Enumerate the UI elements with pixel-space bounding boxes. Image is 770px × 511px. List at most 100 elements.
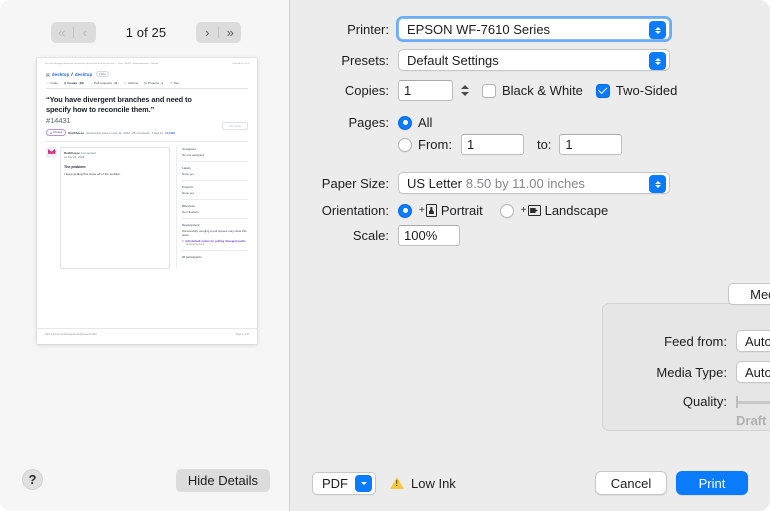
next-page-button[interactable]: › [196, 22, 218, 43]
paper-size-row: Paper Size: US Letter 8.50 by 11.00 inch… [290, 172, 748, 194]
repo-name-link[interactable]: desktop [75, 72, 93, 77]
sidebar-heading: Development [182, 223, 200, 228]
repo-nav-tabs: <> Code ◉ Issues 835 ⑂ Pull requests 29 [46, 81, 248, 90]
repo-tab-count: 835 [78, 81, 86, 85]
nav-group-previous[interactable]: « ‹ [50, 21, 96, 43]
repo-tab-actions[interactable]: ▷ Actions [125, 81, 139, 85]
print-button[interactable]: Print [676, 471, 748, 495]
page-thumbnail[interactable]: "You have divergent branches and need to… [37, 58, 257, 344]
orientation-portrait-radio[interactable]: + Portrait [398, 203, 483, 218]
black-white-checkbox[interactable]: Black & White [482, 83, 583, 98]
last-page-button[interactable]: » [219, 22, 241, 43]
copies-input[interactable]: 1 [398, 80, 453, 101]
radio-circle [499, 203, 514, 218]
page-navigation: « ‹ 1 of 25 › » [0, 20, 290, 44]
pages-all-row: Pages: All [290, 115, 748, 130]
warning-icon [390, 477, 404, 489]
status-badge: ⊘ Closed [46, 128, 67, 137]
dialog-action-buttons: Cancel Print [595, 471, 748, 495]
orientation-portrait-label: Portrait [440, 203, 483, 218]
paper-size-dimensions: 8.50 by 11.00 inches [465, 175, 585, 191]
print-footer-page: Page 1 of 25 [235, 333, 249, 336]
orientation-landscape-label: Landscape [544, 203, 609, 218]
repo-tab-label: Projects [147, 81, 160, 86]
quality-slider-wrap: Draft Normal Best [736, 392, 770, 428]
sidebar-heading: Milestone [182, 204, 195, 209]
pages-label: Pages: [348, 115, 389, 130]
sidebar-section-milestone: Milestone No milestone [182, 204, 248, 220]
cancel-button[interactable]: Cancel [595, 471, 667, 495]
repo-tab-projects[interactable]: ▦ Projects 2 [144, 81, 165, 86]
media-type-select[interactable]: Auto Select [736, 361, 770, 383]
avatar [46, 147, 57, 159]
sidebar-value: No one assigned [182, 153, 204, 158]
print-header-title: "You have divergent branches and need to… [44, 63, 158, 65]
sidebar-section-participants: 26 participants [182, 255, 248, 265]
quality-label: Quality: [682, 394, 727, 409]
print-header-date: 2024-04-30, 20:17 [232, 63, 250, 65]
repo-tab-label: Sec... [173, 81, 182, 86]
issue-fixed-by-link[interactable]: #14438 [165, 131, 175, 135]
quality-slider[interactable] [736, 392, 770, 412]
presets-select[interactable]: Default Settings [398, 49, 670, 71]
media-quality-fields: Feed from: Auto Select Media Type: Auto … [603, 304, 770, 428]
slider-track [736, 401, 770, 404]
pdf-button-label: PDF [322, 475, 348, 491]
sidebar-value: Successfully merging a pull request may … [182, 229, 247, 238]
first-page-button[interactable]: « [51, 22, 73, 43]
code-icon: <> [46, 81, 50, 86]
media-type-row: Media Type: Auto Select [603, 361, 770, 383]
sidebar-heading: Labels [182, 166, 191, 171]
issue-title: “You have divergent branches and need to… [46, 95, 192, 115]
repo-breadcrumb: ▤ desktop / desktop Public [46, 71, 248, 78]
github-page-body: ▤ desktop / desktop Public <> Code ◉ Iss… [37, 65, 257, 270]
feed-from-select[interactable]: Auto Select [736, 330, 770, 352]
pages-from-input[interactable]: 1 [460, 134, 524, 155]
scale-label: Scale: [352, 228, 389, 243]
pages-range-radio[interactable]: From: [398, 137, 452, 152]
repo-tab-issues[interactable]: ◉ Issues 835 [64, 81, 86, 85]
previous-page-button[interactable]: ‹ [74, 22, 96, 43]
landscape-page-icon: + [521, 205, 541, 216]
comment-date: on Apr 21, 2022 [64, 155, 85, 160]
help-button[interactable]: ? [22, 469, 43, 490]
two-sided-checkbox[interactable]: Two-Sided [595, 83, 677, 98]
orientation-row: Orientation: + Portrait + Landscape [290, 203, 748, 218]
new-issue-button[interactable]: New issue [222, 122, 248, 131]
copies-stepper[interactable] [458, 80, 471, 101]
printer-row: Printer: EPSON WF-7610 Series [290, 16, 748, 42]
repo-separator: / [71, 71, 73, 77]
sidebar-value: None yet [182, 172, 194, 177]
hide-details-button[interactable]: Hide Details [175, 469, 270, 492]
issue-columns: RedCheese commented on Apr 21, 2022 The … [46, 147, 248, 270]
checkbox-box [595, 83, 610, 98]
copies-label: Copies: [344, 83, 389, 98]
presets-label: Presets: [341, 52, 389, 68]
media-quality-section-select[interactable]: Media & Quality [727, 283, 770, 305]
printer-select[interactable]: EPSON WF-7610 Series [396, 16, 672, 42]
feed-from-value: Auto Select [745, 333, 770, 349]
repo-owner-link[interactable]: desktop [52, 72, 70, 77]
paper-size-select[interactable]: US Letter 8.50 by 11.00 inches [398, 172, 670, 194]
slider-tick-draft [736, 396, 738, 408]
nav-group-next[interactable]: › » [196, 21, 242, 43]
repo-tab-count: 2 [160, 81, 165, 85]
comment-body: The problem I keep getting this issue al… [61, 162, 169, 180]
repo-tab-code[interactable]: <> Code [46, 81, 58, 85]
chevron-updown-icon [649, 52, 666, 70]
pages-all-radio[interactable]: All [398, 115, 432, 130]
repo-tab-pull-requests[interactable]: ⑂ Pull requests 29 [91, 81, 119, 85]
issue-thread: RedCheese commented on Apr 21, 2022 The … [46, 147, 170, 270]
security-icon: ⛨ [170, 81, 173, 86]
printer-label: Printer: [347, 21, 389, 37]
issue-meta-text: opened this issue on Apr 21, 2022 · 26 c… [85, 130, 164, 135]
sidebar-section-projects: Projects None yet [182, 185, 248, 201]
orientation-landscape-radio[interactable]: + Landscape [499, 203, 609, 218]
pdf-button[interactable]: PDF [312, 471, 376, 495]
participants-count: 26 participants [182, 255, 202, 260]
repo-tab-security[interactable]: ⛨ Sec... [170, 81, 181, 85]
sidebar-section-assignees: Assignees No one assigned [182, 147, 248, 163]
scale-input[interactable]: 100% [398, 225, 460, 246]
media-type-value: Auto Select [745, 364, 770, 380]
pages-to-input[interactable]: 1 [559, 134, 623, 155]
